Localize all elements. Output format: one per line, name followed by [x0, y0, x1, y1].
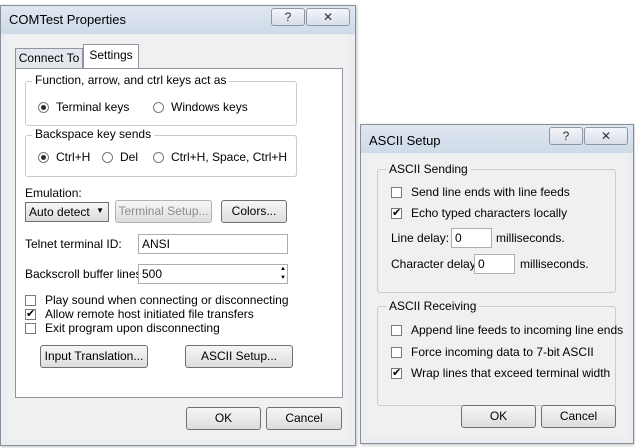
group-label: Function, arrow, and ctrl keys act as — [32, 73, 230, 87]
button-label: ASCII Setup... — [200, 349, 278, 363]
keys-group: Function, arrow, and ctrl keys act as Te… — [25, 73, 297, 126]
ascii-setup-button[interactable]: ASCII Setup... — [185, 345, 293, 368]
char-delay-unit: milliseconds. — [520, 257, 589, 271]
content-panel: ASCII Sending Send line ends with line f… — [367, 154, 627, 438]
char-delay-input[interactable]: 0 — [474, 254, 515, 274]
tab-label: Settings — [89, 48, 133, 62]
button-label: OK — [489, 409, 508, 423]
button-label: OK — [214, 411, 233, 425]
ascii-sending-group: ASCII Sending Send line ends with line f… — [377, 162, 616, 293]
send-line-ends-label[interactable]: Send line ends with line feeds — [411, 185, 570, 199]
emulation-label: Emulation: — [25, 186, 82, 200]
telnet-id-input[interactable]: ANSI — [138, 234, 288, 254]
char-delay-label: Character delay: — [391, 257, 480, 271]
close-button[interactable]: ✕ — [584, 127, 628, 145]
input-value: 500 — [142, 267, 163, 281]
colors-button[interactable]: Colors... — [221, 200, 287, 223]
close-button[interactable]: ✕ — [306, 8, 350, 26]
ctrl-h-space-label[interactable]: Ctrl+H, Space, Ctrl+H — [171, 150, 287, 164]
ctrl-h-radio[interactable] — [38, 152, 49, 163]
append-line-feeds-label[interactable]: Append line feeds to incoming line ends — [411, 323, 623, 337]
group-label: Backspace key sends — [32, 127, 155, 141]
backspace-group: Backspace key sends Ctrl+H Del Ctrl+H, S… — [25, 127, 297, 177]
emulation-value: Auto detect — [29, 205, 90, 219]
button-label: Terminal Setup... — [118, 204, 209, 218]
exit-program-checkbox[interactable] — [25, 323, 36, 334]
input-value: ANSI — [142, 237, 171, 251]
input-value: 0 — [478, 257, 485, 271]
ctrl-h-label[interactable]: Ctrl+H — [56, 150, 90, 164]
ok-button[interactable]: OK — [186, 407, 261, 430]
button-label: Colors... — [231, 204, 277, 218]
echo-typed-checkbox[interactable]: ✔ — [391, 208, 402, 219]
terminal-setup-button[interactable]: Terminal Setup... — [115, 200, 212, 223]
title-bar[interactable]: COMTest Properties ? ✕ — [1, 6, 355, 34]
terminal-keys-radio[interactable] — [38, 102, 49, 113]
spin-up-icon[interactable]: ▲ — [280, 265, 286, 273]
spin-down-icon[interactable]: ▼ — [280, 274, 286, 282]
close-icon: ✕ — [322, 10, 334, 24]
tab-connect-to[interactable]: Connect To — [15, 48, 83, 68]
send-line-ends-checkbox[interactable] — [391, 187, 402, 198]
check-icon: ✔ — [26, 308, 36, 320]
comtest-properties-dialog: COMTest Properties ? ✕ Connect To Settin… — [0, 5, 356, 446]
allow-transfers-checkbox[interactable]: ✔ — [25, 309, 36, 320]
check-icon: ✔ — [392, 367, 402, 379]
content-panel: Connect To Settings Function, arrow, and… — [7, 35, 349, 440]
line-delay-label: Line delay: — [391, 231, 450, 245]
line-delay-unit: milliseconds. — [496, 231, 565, 245]
input-translation-button[interactable]: Input Translation... — [40, 345, 148, 368]
chevron-down-icon: ▼ — [96, 206, 104, 215]
del-radio[interactable] — [102, 152, 113, 163]
tab-settings[interactable]: Settings — [83, 44, 139, 69]
group-label: ASCII Sending — [386, 162, 471, 176]
help-button[interactable]: ? — [271, 8, 305, 26]
play-sound-label[interactable]: Play sound when connecting or disconnect… — [45, 293, 289, 307]
wrap-lines-label[interactable]: Wrap lines that exceed terminal width — [411, 366, 610, 380]
ok-button[interactable]: OK — [461, 405, 536, 428]
button-label: Cancel — [559, 409, 598, 423]
backscroll-label: Backscroll buffer lines: — [25, 267, 145, 281]
emulation-select[interactable]: Auto detect ▼ — [25, 202, 109, 222]
cancel-button[interactable]: Cancel — [541, 405, 616, 428]
ctrl-h-space-radio[interactable] — [153, 152, 164, 163]
input-value: 0 — [455, 231, 462, 245]
dialog-title: ASCII Setup — [369, 133, 441, 148]
group-label: ASCII Receiving — [386, 299, 480, 313]
check-icon: ✔ — [392, 207, 402, 219]
help-icon: ? — [562, 129, 570, 143]
line-delay-input[interactable]: 0 — [451, 228, 492, 248]
telnet-id-label: Telnet terminal ID: — [25, 237, 122, 251]
close-icon: ✕ — [600, 129, 612, 143]
tab-label: Connect To — [18, 51, 80, 65]
windows-keys-radio[interactable] — [153, 102, 164, 113]
title-bar[interactable]: ASCII Setup ? ✕ — [361, 125, 633, 153]
play-sound-checkbox[interactable] — [25, 295, 36, 306]
cancel-button[interactable]: Cancel — [266, 407, 342, 430]
ascii-receiving-group: ASCII Receiving Append line feeds to inc… — [377, 299, 623, 406]
ascii-setup-dialog: ASCII Setup ? ✕ ASCII Sending Send line … — [360, 124, 634, 444]
del-label[interactable]: Del — [120, 150, 138, 164]
force-7bit-checkbox[interactable] — [391, 347, 402, 358]
wrap-lines-checkbox[interactable]: ✔ — [391, 368, 402, 379]
button-label: Cancel — [285, 411, 323, 425]
dialog-title: COMTest Properties — [9, 12, 127, 27]
settings-page: Function, arrow, and ctrl keys act as Te… — [15, 68, 343, 398]
backscroll-input[interactable]: 500 ▲ ▼ — [138, 264, 288, 284]
echo-typed-label[interactable]: Echo typed characters locally — [411, 206, 567, 220]
append-line-feeds-checkbox[interactable] — [391, 325, 402, 336]
terminal-keys-label[interactable]: Terminal keys — [56, 100, 129, 114]
button-label: Input Translation... — [44, 349, 144, 363]
force-7bit-label[interactable]: Force incoming data to 7-bit ASCII — [411, 345, 594, 359]
windows-keys-label[interactable]: Windows keys — [171, 100, 248, 114]
help-icon: ? — [284, 10, 292, 24]
help-button[interactable]: ? — [549, 127, 583, 145]
allow-transfers-label[interactable]: Allow remote host initiated file transfe… — [45, 307, 254, 321]
exit-program-label[interactable]: Exit program upon disconnecting — [45, 321, 220, 335]
